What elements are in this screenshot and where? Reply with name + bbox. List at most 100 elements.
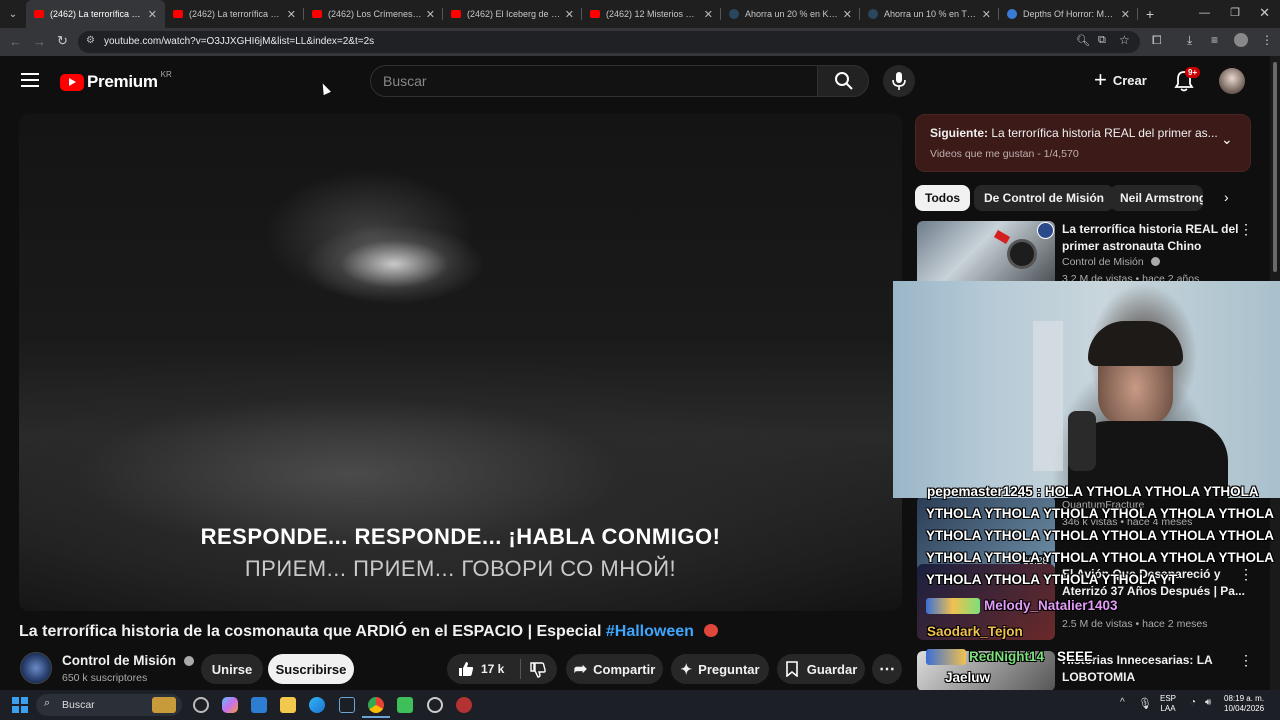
settings-app-icon[interactable] xyxy=(427,697,443,713)
edge-icon[interactable] xyxy=(309,697,325,713)
close-tab-icon[interactable]: ✕ xyxy=(1121,8,1130,21)
hamburger-menu-icon[interactable] xyxy=(21,73,39,87)
chip-neil-armstrong[interactable]: Neil Armstrong xyxy=(1110,185,1203,211)
address-bar[interactable]: ⚙ youtube.com/watch?v=O3JJXGHI6jM&list=L… xyxy=(78,31,1140,53)
browser-tab[interactable]: (2462) 12 Misterios Más P ✕ xyxy=(582,0,721,28)
save-button[interactable]: Guardar xyxy=(777,654,865,684)
scrollbar-thumb[interactable] xyxy=(1273,62,1277,272)
copilot-icon[interactable] xyxy=(222,697,238,713)
download-icon[interactable]: ⤓ xyxy=(1187,33,1192,48)
search-box xyxy=(370,65,818,97)
tray-mic-icon[interactable]: 🎙︎ xyxy=(1138,697,1152,710)
chrome-icon[interactable] xyxy=(368,697,384,713)
youtube-premium-logo[interactable]: Premium KR xyxy=(60,70,172,92)
browser-tab[interactable]: (2462) La terrorífica histo ✕ xyxy=(26,0,165,28)
ask-button[interactable]: ✦ Preguntar xyxy=(671,654,769,684)
minimize-icon[interactable]: — xyxy=(1199,7,1210,19)
language-indicator[interactable]: ESP LAA xyxy=(1160,694,1176,714)
clock[interactable]: 08:19 a. m. 10/04/2026 xyxy=(1224,694,1264,714)
store-icon[interactable] xyxy=(251,697,267,713)
tab-title: (2462) La terrorífica histo xyxy=(50,9,144,19)
forward-icon[interactable]: → xyxy=(33,34,46,49)
close-tab-icon[interactable]: ✕ xyxy=(148,8,157,21)
chevron-down-icon[interactable]: ⌄ xyxy=(1221,131,1233,148)
browser-menu-icon[interactable]: ⋮ xyxy=(1261,33,1273,47)
video-title-text: La terrorífica historia de la cosmonauta… xyxy=(19,623,606,640)
thumbs-down-icon xyxy=(530,662,546,678)
notifications-button[interactable]: 9+ xyxy=(1174,67,1201,97)
chat-line: YTHOLA YTHOLA YTHOLA YTHOLA YTHOLA YTHOL… xyxy=(926,506,1275,521)
close-window-icon[interactable]: ✕ xyxy=(1259,5,1270,21)
playlist-panel[interactable]: Siguiente: La terrorífica historia REAL … xyxy=(915,114,1251,172)
steam-icon xyxy=(729,9,739,19)
new-tab-button[interactable]: + xyxy=(1138,6,1162,22)
tab-title: (2462) El Iceberg de lo at xyxy=(467,9,561,19)
chips-next-chevron-icon[interactable]: › xyxy=(1224,189,1229,205)
back-icon[interactable]: ← xyxy=(9,34,22,49)
share-arrow-icon: ➦ xyxy=(573,661,588,678)
chat-badges-icon xyxy=(926,649,966,665)
youtube-icon xyxy=(173,10,183,18)
next-up: Siguiente: La terrorífica historia REAL … xyxy=(930,126,1218,140)
chat-line: YTHOLA YTHOLA YTHOLA YTHOLA YTHOLA YTHOL… xyxy=(926,550,1275,565)
subscribe-button[interactable]: Suscribirse xyxy=(268,654,354,684)
channel-name[interactable]: Control de Misión xyxy=(62,653,194,668)
taskbar-search[interactable]: ⌕ Buscar xyxy=(36,694,182,716)
game-app-icon[interactable] xyxy=(397,697,413,713)
account-avatar[interactable] xyxy=(1219,68,1245,94)
obs-icon[interactable] xyxy=(456,697,472,713)
more-vertical-icon[interactable]: ⋮ xyxy=(1239,221,1253,238)
reading-list-icon[interactable]: ≡ xyxy=(1211,33,1218,47)
join-button[interactable]: Unirse xyxy=(201,654,263,684)
wifi-icon[interactable]: ◔ xyxy=(1190,697,1196,708)
halloween-hashtag-link[interactable]: #Halloween xyxy=(606,623,694,640)
search-button[interactable] xyxy=(817,65,869,97)
tab-search-chevron-icon[interactable]: ⌄ xyxy=(0,0,26,28)
close-tab-icon[interactable]: ✕ xyxy=(704,8,713,21)
site-info-icon[interactable]: ⚙ xyxy=(86,35,95,46)
channel-avatar[interactable] xyxy=(20,652,52,684)
close-tab-icon[interactable]: ✕ xyxy=(982,8,991,21)
like-button[interactable] xyxy=(457,660,475,681)
volume-icon[interactable]: 🔊︎ xyxy=(1205,697,1211,708)
dislike-button[interactable] xyxy=(529,661,547,682)
maximize-icon[interactable]: ❐ xyxy=(1230,6,1240,19)
ask-label: Preguntar xyxy=(698,661,760,677)
more-actions-button[interactable]: ⋯ xyxy=(872,654,902,684)
file-explorer-icon[interactable] xyxy=(280,697,296,713)
install-app-icon[interactable]: ⧉ xyxy=(1098,34,1106,47)
chip-channel[interactable]: De Control de Misión xyxy=(974,185,1114,211)
terminal-icon[interactable] xyxy=(339,697,355,713)
steam-icon xyxy=(868,9,878,19)
voice-search-button[interactable] xyxy=(883,65,915,97)
youtube-icon xyxy=(34,10,44,18)
like-dislike-group: 17 k xyxy=(447,654,557,684)
close-tab-icon[interactable]: ✕ xyxy=(843,8,852,21)
tab-title: Ahorra un 20 % en KuloN xyxy=(745,9,839,19)
create-button[interactable]: + Crear xyxy=(1094,69,1147,91)
share-button[interactable]: ➦ Compartir xyxy=(566,654,663,684)
reload-icon[interactable]: ↻ xyxy=(57,33,68,49)
subtitle-russian: ПРИЕМ... ПРИЕМ... ГОВОРИ СО МНОЙ! xyxy=(244,556,677,581)
extensions-icon[interactable]: ⧠ xyxy=(1152,33,1162,48)
video-player[interactable]: RESPONDE... RESPONDE... ¡HABLA CONMIGO! … xyxy=(19,114,902,611)
browser-tab[interactable]: Ahorra un 20 % en KuloN ✕ xyxy=(721,0,860,28)
chip-all[interactable]: Todos xyxy=(915,185,971,211)
close-tab-icon[interactable]: ✕ xyxy=(565,8,574,21)
browser-tab[interactable]: Ahorra un 10 % en The Fi ✕ xyxy=(860,0,999,28)
close-tab-icon[interactable]: ✕ xyxy=(287,8,296,21)
task-view-icon[interactable] xyxy=(193,697,209,713)
windows-start-icon[interactable] xyxy=(12,697,28,713)
browser-tab[interactable]: (2462) La terrorífica histo ✕ xyxy=(165,0,304,28)
rec-title[interactable]: La terrorífica historia REAL del primer … xyxy=(1062,221,1239,255)
browser-tab[interactable]: Depths Of Horror: Mushr ✕ xyxy=(999,0,1138,28)
profile-avatar-icon[interactable] xyxy=(1234,33,1248,47)
close-tab-icon[interactable]: ✕ xyxy=(426,8,435,21)
browser-tab[interactable]: (2462) Los Crímenes Más ✕ xyxy=(304,0,443,28)
verified-icon xyxy=(1150,257,1160,266)
zoom-icon[interactable]: 🔍︎ xyxy=(1076,34,1090,47)
bookmark-star-icon[interactable]: ☆ xyxy=(1119,33,1130,47)
tray-overflow-icon[interactable]: ^ xyxy=(1120,697,1125,708)
search-input[interactable] xyxy=(383,66,803,96)
browser-tab[interactable]: (2462) El Iceberg de lo at ✕ xyxy=(443,0,582,28)
